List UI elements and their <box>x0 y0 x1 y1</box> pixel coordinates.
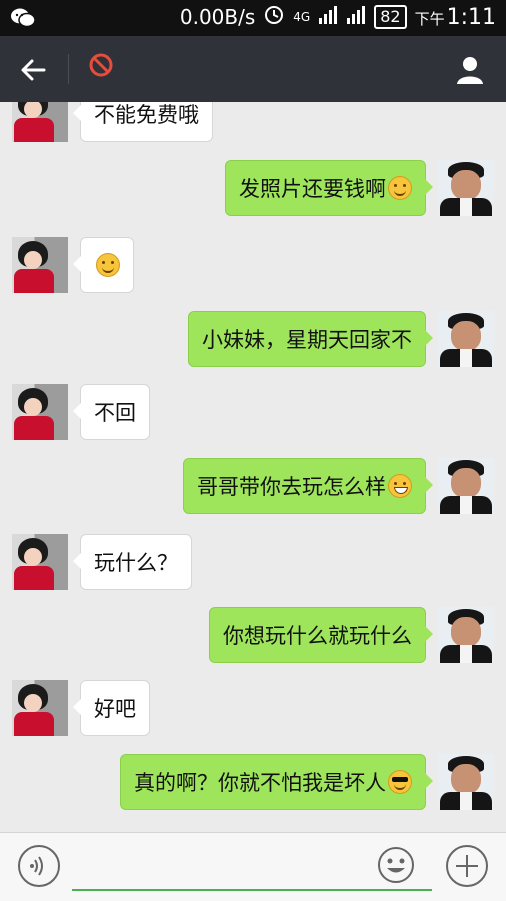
contact-avatar[interactable] <box>12 680 68 736</box>
contact-avatar[interactable] <box>12 102 68 142</box>
status-bar: 0.00B/s 4G 82 下午1:11 <box>0 0 506 36</box>
thinking-emoji-icon <box>388 176 412 200</box>
my-avatar[interactable] <box>438 160 494 216</box>
do-not-disturb-icon <box>88 52 114 78</box>
chat-area[interactable]: 不能免费哦 发照片还要钱啊 小妹妹，星期天回家不 不回 哥哥带你去玩怎么样 玩什… <box>0 102 506 832</box>
my-avatar[interactable] <box>438 458 494 514</box>
contact-avatar[interactable] <box>12 534 68 590</box>
clock-period: 下午 <box>414 9 445 28</box>
battery-indicator: 82 <box>374 5 407 29</box>
message-bubble-incoming[interactable]: 不回 <box>73 384 150 440</box>
voice-icon <box>30 856 43 876</box>
back-button[interactable] <box>18 54 50 86</box>
cool-emoji-icon <box>388 770 412 794</box>
message-text: 不回 <box>94 401 136 425</box>
wechat-icon <box>10 7 36 33</box>
message-bubble-incoming[interactable]: 不能免费哦 <box>73 102 213 142</box>
message-bubble-incoming[interactable] <box>73 237 134 293</box>
message-bubble-outgoing[interactable]: 小妹妹，星期天回家不 <box>188 311 433 367</box>
more-button[interactable] <box>446 845 488 887</box>
title-divider <box>68 54 69 84</box>
title-bar <box>0 36 506 102</box>
my-avatar[interactable] <box>438 754 494 810</box>
smile-emoji-icon <box>96 253 120 277</box>
input-bar <box>0 832 506 901</box>
contact-avatar[interactable] <box>12 237 68 293</box>
clock: 下午1:11 <box>415 5 496 30</box>
signal-icon-2 <box>346 5 366 30</box>
message-text: 发照片还要钱啊 <box>239 177 386 201</box>
plus-icon <box>456 855 478 877</box>
message-text: 真的啊？你就不怕我是坏人 <box>134 771 386 795</box>
profile-button[interactable] <box>454 54 486 86</box>
clock-time: 1:11 <box>446 4 496 30</box>
user-icon <box>457 57 483 84</box>
message-bubble-incoming[interactable]: 好吧 <box>73 680 150 736</box>
message-bubble-outgoing[interactable]: 哥哥带你去玩怎么样 <box>183 458 433 514</box>
network-type: 4G <box>293 10 311 24</box>
my-avatar[interactable] <box>438 311 494 367</box>
message-text: 哥哥带你去玩怎么样 <box>197 475 386 499</box>
message-text: 小妹妹，星期天回家不 <box>202 328 412 352</box>
message-text: 不能免费哦 <box>94 103 199 127</box>
contact-avatar[interactable] <box>12 384 68 440</box>
network-speed: 0.00B/s <box>179 5 256 29</box>
message-bubble-outgoing[interactable]: 真的啊？你就不怕我是坏人 <box>120 754 433 810</box>
message-bubble-incoming[interactable]: 玩什么？ <box>73 534 192 590</box>
signal-icon <box>318 5 338 30</box>
alarm-icon <box>263 3 285 31</box>
message-text: 玩什么？ <box>94 551 178 575</box>
grin-emoji-icon <box>388 474 412 498</box>
my-avatar[interactable] <box>438 607 494 663</box>
emoji-button[interactable] <box>376 845 416 885</box>
voice-button[interactable] <box>18 845 60 887</box>
message-bubble-outgoing[interactable]: 你想玩什么就玩什么 <box>209 607 433 663</box>
arrow-left-icon <box>21 59 46 81</box>
message-bubble-outgoing[interactable]: 发照片还要钱啊 <box>225 160 433 216</box>
message-text: 你想玩什么就玩什么 <box>223 624 412 648</box>
message-text: 好吧 <box>94 697 136 721</box>
emoji-icon <box>378 847 414 883</box>
